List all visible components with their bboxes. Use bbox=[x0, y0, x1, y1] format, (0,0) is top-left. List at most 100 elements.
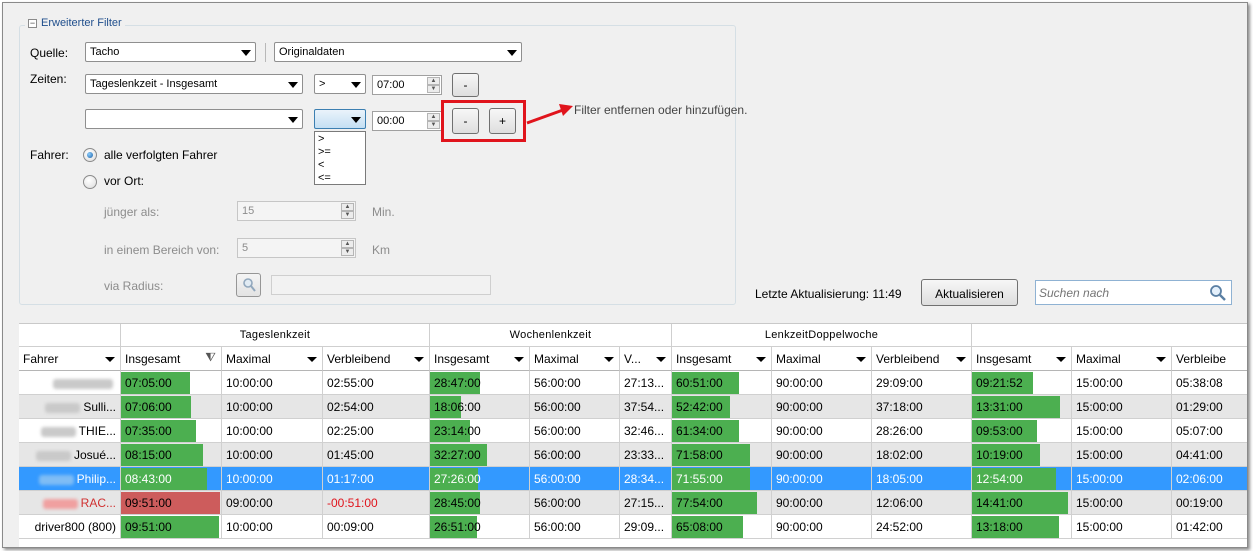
column-header[interactable]: Maximal bbox=[222, 347, 323, 371]
time-input-2[interactable]: 00:00 ▲ ▼ bbox=[372, 111, 442, 131]
radius-field[interactable] bbox=[271, 275, 491, 295]
column-header[interactable]: Fahrer bbox=[19, 347, 121, 371]
time-field-select-1[interactable]: Tageslenkzeit - Insgesamt bbox=[85, 74, 303, 94]
table-cell: 07:35:00 bbox=[121, 419, 222, 443]
column-header[interactable]: Verbleibend bbox=[323, 347, 430, 371]
operator-dropdown-list[interactable]: > >= < <= bbox=[314, 131, 366, 185]
younger-input[interactable]: 15 ▲ ▼ bbox=[237, 201, 356, 221]
column-header[interactable]: Insgesamt bbox=[672, 347, 772, 371]
column-header-label: Fahrer bbox=[23, 352, 59, 366]
table-cell: 00:09:00 bbox=[323, 515, 430, 539]
column-header[interactable]: Verbleibend bbox=[872, 347, 972, 371]
spin-up-icon[interactable]: ▲ bbox=[341, 240, 354, 248]
spinner[interactable]: ▲ ▼ bbox=[427, 77, 440, 93]
chevron-down-icon[interactable] bbox=[414, 357, 424, 362]
table-cell: 28:26:00 bbox=[872, 419, 972, 443]
operator-option[interactable]: > bbox=[318, 133, 365, 146]
column-header[interactable]: Insgesamt bbox=[430, 347, 530, 371]
refresh-button[interactable]: Aktualisieren bbox=[921, 279, 1018, 306]
cell-value: 02:54:00 bbox=[327, 400, 374, 414]
operator-select-2[interactable] bbox=[314, 109, 366, 129]
table-cell: 52:42:00 bbox=[672, 395, 772, 419]
time-field-select-2[interactable] bbox=[85, 109, 303, 129]
table-cell: 60:51:00 bbox=[672, 371, 772, 395]
table-cell: 10:00:00 bbox=[222, 371, 323, 395]
cell-value: 27:26:00 bbox=[434, 472, 481, 486]
cell-value: 15:00:00 bbox=[1076, 520, 1123, 534]
cell-value: 09:53:00 bbox=[976, 424, 1023, 438]
spinner[interactable]: ▲ ▼ bbox=[427, 113, 440, 129]
table-cell: 56:00:00 bbox=[530, 395, 620, 419]
chevron-down-icon[interactable] bbox=[1056, 357, 1066, 362]
time-input-1[interactable]: 07:00 ▲ ▼ bbox=[372, 75, 442, 95]
area-unit: Km bbox=[372, 243, 390, 257]
table-cell: 56:00:00 bbox=[530, 371, 620, 395]
spin-down-icon[interactable]: ▼ bbox=[341, 211, 354, 219]
column-header[interactable]: Maximal bbox=[530, 347, 620, 371]
chevron-down-icon[interactable] bbox=[514, 357, 524, 362]
area-input[interactable]: 5 ▲ ▼ bbox=[237, 238, 356, 258]
column-header-label: Maximal bbox=[226, 352, 271, 366]
table-cell: 00:19:00 bbox=[1172, 491, 1247, 515]
table-cell: 28:45:00 bbox=[430, 491, 530, 515]
source-select[interactable]: Tacho bbox=[85, 42, 256, 62]
radio-all-drivers[interactable] bbox=[83, 148, 97, 162]
table-cell: 10:00:00 bbox=[222, 419, 323, 443]
cell-value: 23:33... bbox=[624, 448, 665, 462]
spin-down-icon[interactable]: ▼ bbox=[341, 248, 354, 256]
table-cell: 05:07:00 bbox=[1172, 419, 1247, 443]
operator-select-1[interactable]: > bbox=[314, 74, 366, 94]
chevron-down-icon[interactable] bbox=[105, 357, 115, 362]
table-cell: 61:34:00 bbox=[672, 419, 772, 443]
spin-up-icon[interactable]: ▲ bbox=[427, 113, 440, 121]
cell-value: 15:00:00 bbox=[1076, 424, 1123, 438]
table-cell: 10:00:00 bbox=[222, 395, 323, 419]
column-header[interactable]: Maximal bbox=[1072, 347, 1172, 371]
column-header[interactable]: Maximal bbox=[772, 347, 872, 371]
search-input[interactable] bbox=[1039, 282, 1199, 303]
search-box[interactable] bbox=[1035, 280, 1232, 305]
spin-up-icon[interactable]: ▲ bbox=[427, 77, 440, 85]
operator-option[interactable]: < bbox=[318, 159, 365, 172]
driver-label: Fahrer: bbox=[30, 148, 69, 162]
spin-down-icon[interactable]: ▼ bbox=[427, 85, 440, 93]
annotation-text: Filter entfernen oder hinzufügen. bbox=[574, 103, 748, 117]
chevron-down-icon[interactable] bbox=[604, 357, 614, 362]
column-header[interactable]: Insgesamt bbox=[972, 347, 1072, 371]
chevron-down-icon[interactable] bbox=[656, 357, 666, 362]
table-cell: 90:00:00 bbox=[772, 491, 872, 515]
search-icon[interactable] bbox=[1209, 284, 1227, 302]
operator-option[interactable]: <= bbox=[318, 172, 365, 185]
column-header[interactable]: Verbleibe bbox=[1172, 347, 1247, 371]
table-cell: 56:00:00 bbox=[530, 467, 620, 491]
radio-all-drivers-label: alle verfolgten Fahrer bbox=[104, 148, 218, 162]
radius-search-button[interactable] bbox=[236, 273, 261, 297]
filter-icon[interactable]: ⧨ bbox=[205, 350, 216, 365]
chevron-down-icon[interactable] bbox=[1156, 357, 1166, 362]
spin-up-icon[interactable]: ▲ bbox=[341, 203, 354, 211]
spin-down-icon[interactable]: ▼ bbox=[427, 121, 440, 129]
table-cell: 02:54:00 bbox=[323, 395, 430, 419]
driver-name-cell bbox=[19, 371, 121, 395]
source-type-select[interactable]: Originaldaten bbox=[274, 42, 522, 62]
remove-filter-button-1[interactable]: - bbox=[452, 73, 479, 97]
spinner[interactable]: ▲ ▼ bbox=[341, 240, 354, 256]
cell-value: 56:00:00 bbox=[534, 520, 581, 534]
operator-option[interactable]: >= bbox=[318, 146, 365, 159]
chevron-down-icon[interactable] bbox=[856, 357, 866, 362]
filter-legend[interactable]: − Erweiterter Filter bbox=[25, 17, 125, 29]
column-header[interactable]: V... bbox=[620, 347, 672, 371]
table-cell: 09:53:00 bbox=[972, 419, 1072, 443]
column-header[interactable]: Insgesamt ⧨ bbox=[121, 347, 222, 371]
table-cell: 56:00:00 bbox=[530, 491, 620, 515]
collapse-icon[interactable]: − bbox=[28, 18, 37, 28]
radio-local[interactable] bbox=[83, 175, 97, 189]
cell-value: -00:51:00 bbox=[327, 496, 378, 510]
chevron-down-icon[interactable] bbox=[956, 357, 966, 362]
driver-name: Philip... bbox=[76, 472, 116, 486]
chevron-down-icon[interactable] bbox=[756, 357, 766, 362]
chevron-down-icon[interactable] bbox=[307, 357, 317, 362]
cell-value: 00:09:00 bbox=[327, 520, 374, 534]
spinner[interactable]: ▲ ▼ bbox=[341, 203, 354, 219]
table-cell: 90:00:00 bbox=[772, 395, 872, 419]
